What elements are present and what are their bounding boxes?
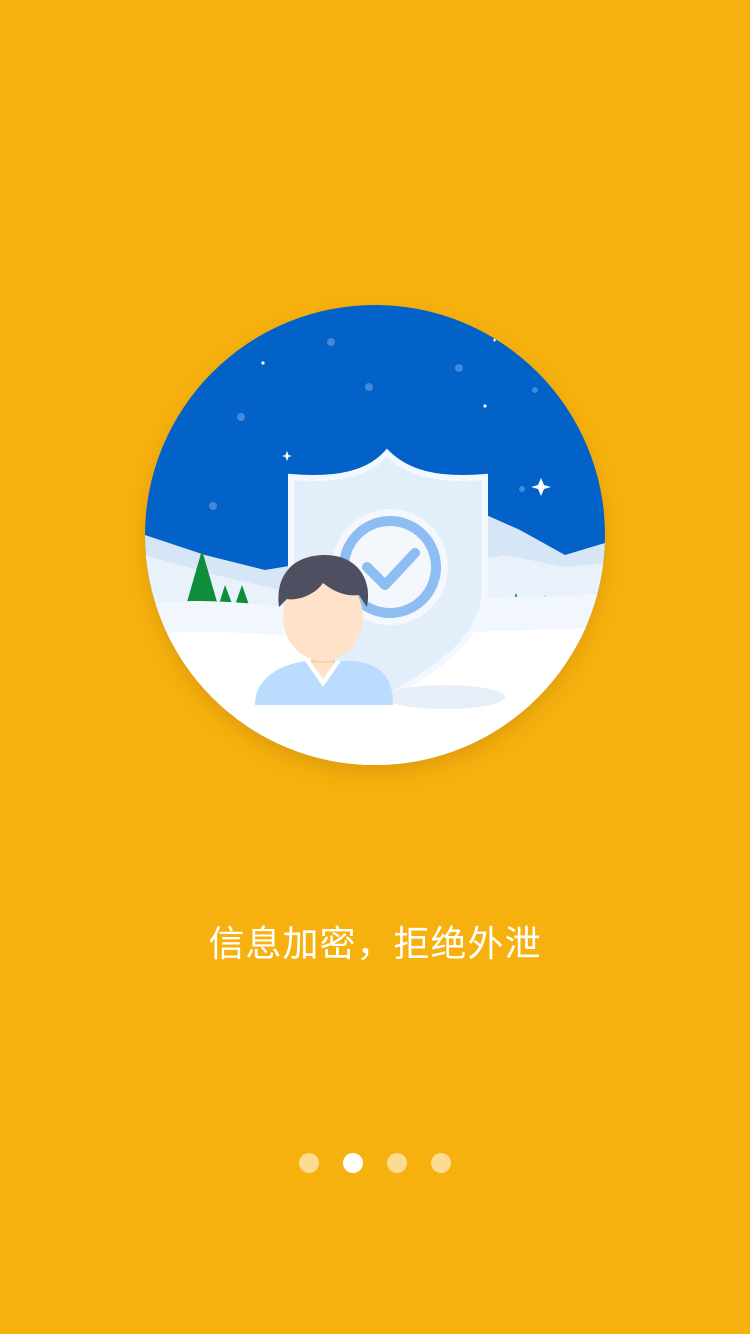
page-dot-4[interactable]: [431, 1153, 451, 1173]
onboarding-screen: 信息加密，拒绝外泄: [0, 0, 750, 1334]
user-shield-icon: [145, 305, 605, 765]
page-dot-3[interactable]: [387, 1153, 407, 1173]
page-dot-2[interactable]: [343, 1153, 363, 1173]
illustration-circle: [145, 305, 605, 765]
page-indicator: [0, 1153, 750, 1175]
page-dot-1[interactable]: [299, 1153, 319, 1173]
onboarding-caption: 信息加密，拒绝外泄: [208, 924, 542, 965]
